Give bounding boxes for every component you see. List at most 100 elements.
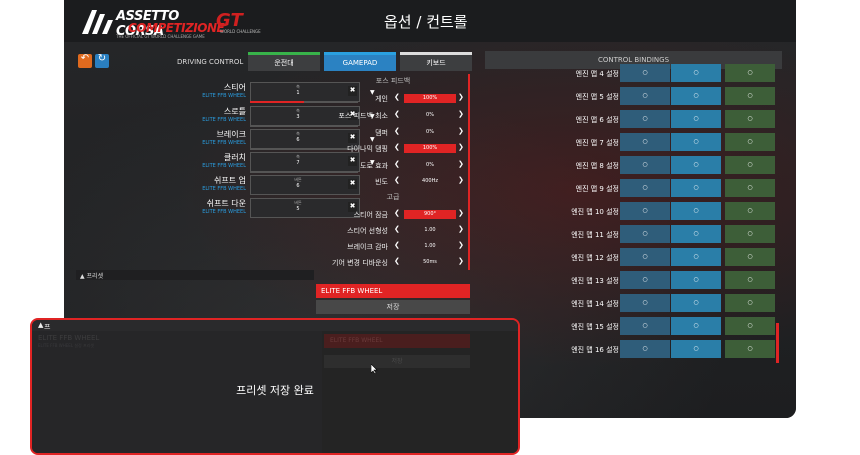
chevron-left-icon[interactable]: ❮ [394,110,400,118]
binding-slot-2[interactable]: ○ [671,248,721,266]
control-row-brake[interactable]: 브레이크 ELITE FFB WHEEL 축 6 ✖ ▼ [132,129,375,151]
binding-label: 엔진 맵 11 설정 [571,231,619,239]
binding-slot-1[interactable]: ○ [620,156,670,174]
setting-value: 50ms [423,259,437,265]
binding-slot-2[interactable]: ○ [671,87,721,105]
binding-slot-2[interactable]: ○ [671,179,721,197]
binding-slot-3[interactable]: ○ [725,110,775,128]
chevron-right-icon[interactable]: ❯ [458,143,464,151]
control-row-shift-down[interactable]: 쉬프트 다운 ELITE FFB WHEEL 버튼 5 ✖ [132,198,360,220]
ffb-row-gain[interactable]: 게인 ❮ 100% ❯ [314,92,472,106]
ffb-row-road-effects[interactable]: 도로 효과 ❮ 0% ❯ [314,159,472,173]
refresh-button[interactable]: ↻ [95,53,109,68]
binding-slot-2[interactable]: ○ [671,294,721,312]
ffb-row-steer-linearity[interactable]: 스티어 선형성 ❮ 1.00 ❯ [314,224,472,238]
control-row-clutch[interactable]: 클러치 ELITE FFB WHEEL 축 7 ✖ ▼ [132,152,375,174]
binding-slot-3[interactable]: ○ [725,294,775,312]
binding-slot-1[interactable]: ○ [620,340,670,358]
binding-label: 엔진 맵 15 설정 [571,323,619,331]
binding-slot-3[interactable]: ○ [725,225,775,243]
binding-slot-3[interactable]: ○ [725,133,775,151]
setting-value: 1.00 [424,243,436,249]
binding-slot-1[interactable]: ○ [620,202,670,220]
logo-tagline: THE OFFICIAL GT WORLD CHALLENGE GAME [116,34,205,39]
scrollbar[interactable] [468,74,470,270]
chevron-right-icon[interactable]: ❯ [458,93,464,101]
ffb-header: 포스 피드백 [375,77,411,85]
chevron-right-icon[interactable]: ❯ [458,225,464,233]
undo-button[interactable]: ↶ [78,53,92,68]
ffb-row-min-force[interactable]: 포스 피드백 최소 ❮ 0% ❯ [314,109,472,123]
tab-keyboard[interactable]: 키보드 [400,52,472,71]
binding-slot-2[interactable]: ○ [671,64,721,82]
binding-row: 엔진 맵 4 설정 ○ ○ ○ [485,63,782,83]
binding-slot-1[interactable]: ○ [620,248,670,266]
chevron-left-icon[interactable]: ❮ [394,225,400,233]
binding-slot-3[interactable]: ○ [725,64,775,82]
preset-device-item[interactable]: ELITE FFB WHEEL [316,284,470,298]
binding-slot-2[interactable]: ○ [671,110,721,128]
binding-slot-3[interactable]: ○ [725,317,775,335]
preset-header[interactable]: ▲ 프리셋 [76,270,314,280]
tab-wheel[interactable]: 운전대 [248,52,320,71]
chevron-right-icon[interactable]: ❯ [458,176,464,184]
ffb-row-dynamic-damping[interactable]: 다이나믹 댐핑 ❮ 100% ❯ [314,142,472,156]
binding-slot-3[interactable]: ○ [725,340,775,358]
chevron-left-icon[interactable]: ❮ [394,241,400,249]
control-device: ELITE FFB WHEEL [202,163,246,169]
bindings-scrollbar[interactable] [776,323,779,363]
binding-slot-2[interactable]: ○ [671,156,721,174]
binding-slot-2[interactable]: ○ [671,202,721,220]
ffb-row-damper[interactable]: 댐퍼 ❮ 0% ❯ [314,126,472,140]
force-feedback-panel: 포스 피드백 게인 ❮ 100% ❯ 포스 피드백 최소 ❮ 0% ❯ 댐퍼 ❮… [314,72,472,272]
chevron-right-icon[interactable]: ❯ [458,209,464,217]
binding-slot-1[interactable]: ○ [620,110,670,128]
chevron-right-icon[interactable]: ❯ [458,257,464,265]
binding-slot-2[interactable]: ○ [671,271,721,289]
ffb-row-steer-lock[interactable]: 스티어 잠금 ❮ 900° ❯ [314,208,472,222]
binding-slot-3[interactable]: ○ [725,87,775,105]
chevron-left-icon[interactable]: ❮ [394,143,400,151]
control-row-shift-up[interactable]: 쉬프트 업 ELITE FFB WHEEL 버튼 6 ✖ [132,175,360,197]
chevron-right-icon[interactable]: ❯ [458,127,464,135]
binding-slot-1[interactable]: ○ [620,271,670,289]
binding-slot-3[interactable]: ○ [725,156,775,174]
dialog-header[interactable]: ▲ 프리셋 [32,320,518,351]
control-row-throttle[interactable]: 스로틀 ELITE FFB WHEEL 축 3 ✖ ▼ [132,106,375,128]
binding-slot-3[interactable]: ○ [725,202,775,220]
binding-slot-3[interactable]: ○ [725,179,775,197]
ffb-row-brake-gamma[interactable]: 브레이크 감마 ❮ 1.00 ❯ [314,240,472,254]
control-bindings-panel: CONTROL BINDINGS 엔진 맵 4 설정 ○ ○ ○ 엔진 맵 5 설정 ○ ○… [485,51,782,381]
binding-slot-3[interactable]: ○ [725,271,775,289]
binding-slot-2[interactable]: ○ [671,317,721,335]
chevron-right-icon[interactable]: ❯ [458,160,464,168]
chevron-right-icon[interactable]: ❯ [458,241,464,249]
tab-gamepad[interactable]: GAMEPAD [324,52,396,71]
chevron-left-icon[interactable]: ❮ [394,93,400,101]
binding-slot-1[interactable]: ○ [620,225,670,243]
gt-tagline: WORLD CHALLENGE [220,29,261,34]
chevron-left-icon[interactable]: ❮ [394,176,400,184]
save-button[interactable]: 저장 [316,300,470,314]
binding-row: 엔진 맵 16 설정 ○ ○ ○ [485,339,782,359]
ffb-row-gear-debounce[interactable]: 기어 변경 디바운싱 ❮ 50ms ❯ [314,256,472,270]
control-row-steer[interactable]: 스티어 ELITE FFB WHEEL 축 1 ✖ ▼ [132,82,375,104]
binding-slot-2[interactable]: ○ [671,225,721,243]
binding-slot-1[interactable]: ○ [620,64,670,82]
chevron-right-icon[interactable]: ❯ [458,110,464,118]
binding-label: 엔진 맵 7 설정 [575,139,619,147]
chevron-left-icon[interactable]: ❮ [394,127,400,135]
binding-slot-1[interactable]: ○ [620,179,670,197]
chevron-left-icon[interactable]: ❮ [394,160,400,168]
binding-slot-3[interactable]: ○ [725,248,775,266]
binding-slot-2[interactable]: ○ [671,133,721,151]
ffb-row-frequency[interactable]: 빈도 ❮ 400Hz ❯ [314,175,472,189]
setting-value: 0% [426,129,434,135]
binding-slot-1[interactable]: ○ [620,133,670,151]
binding-slot-2[interactable]: ○ [671,340,721,358]
chevron-left-icon[interactable]: ❮ [394,257,400,265]
binding-slot-1[interactable]: ○ [620,317,670,335]
binding-slot-1[interactable]: ○ [620,87,670,105]
binding-slot-1[interactable]: ○ [620,294,670,312]
chevron-left-icon[interactable]: ❮ [394,209,400,217]
